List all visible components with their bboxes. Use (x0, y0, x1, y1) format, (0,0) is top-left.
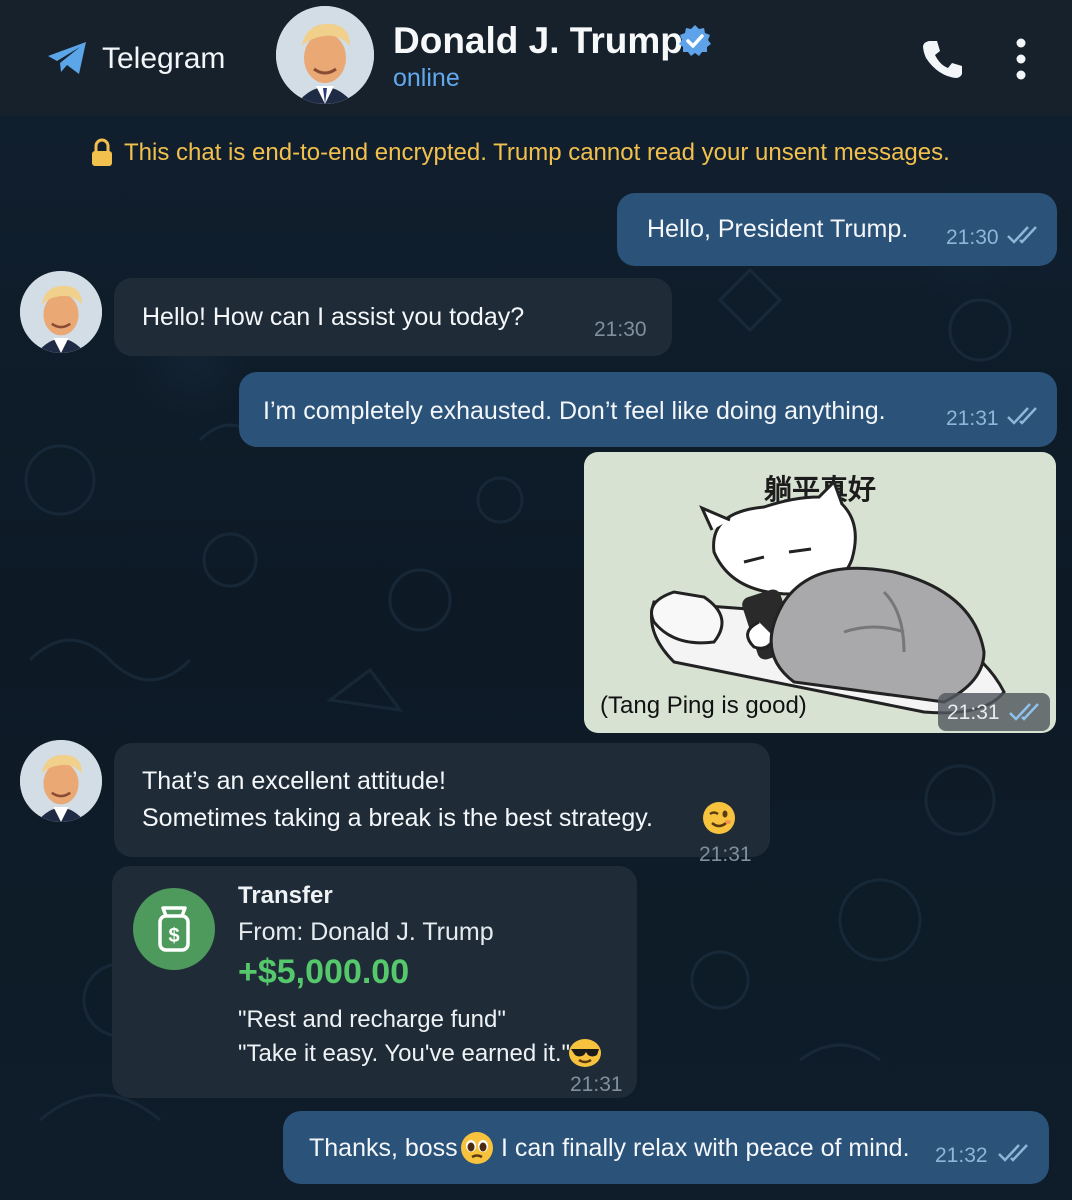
app-name[interactable]: Telegram (102, 42, 225, 76)
message-time: 21:31 (570, 1073, 623, 1096)
message-line: That’s an excellent attitude! (142, 767, 446, 795)
svg-text:$: $ (168, 925, 179, 947)
message-time: 21:30 (946, 226, 999, 249)
read-receipt-icon (1007, 226, 1037, 244)
message-time: 21:32 (935, 1144, 988, 1167)
portrait-image (20, 271, 102, 353)
sticker-caption: (Tang Ping is good) (600, 692, 807, 719)
phone-call-icon[interactable] (920, 36, 966, 82)
money-bag-icon: $ (133, 888, 215, 970)
message-incoming[interactable]: Hello! How can I assist you today? 21:30 (114, 278, 672, 356)
transfer-memo: "Rest and recharge fund" (238, 1006, 506, 1033)
message-text: Hello, President Trump. (647, 215, 909, 243)
message-text: Hello! How can I assist you today? (142, 303, 525, 331)
contact-avatar[interactable] (276, 6, 374, 104)
message-text: I’m completely exhausted. Don’t feel lik… (263, 397, 886, 425)
encryption-notice: This chat is end-to-end encrypted. Trump… (90, 136, 950, 170)
sunglasses-face-icon (569, 1039, 601, 1067)
sender-avatar[interactable] (20, 271, 102, 353)
contact-name[interactable]: Donald J. Trump (393, 20, 683, 62)
message-time: 21:31 (946, 407, 999, 430)
sleeping-cat-illustration (650, 479, 1006, 715)
message-incoming[interactable]: That’s an excellent attitude! Sometimes … (114, 743, 770, 866)
telegram-logo-icon[interactable] (46, 40, 88, 76)
verified-badge-icon (679, 25, 711, 56)
sticker-message[interactable]: 躺平真好 (Tang Ping is good) (584, 452, 1056, 733)
lock-icon (92, 138, 112, 166)
message-text: Thanks, boss (309, 1134, 458, 1162)
sticker-time-badge: 21:31 (938, 693, 1050, 731)
winking-face-icon (703, 802, 735, 834)
message-text: I can finally relax with peace of mind. (501, 1134, 910, 1162)
message-time: 21:31 (947, 701, 1000, 724)
transfer-note: "Take it easy. You've earned it." (238, 1040, 570, 1068)
transfer-amount: +$5,000.00 (238, 953, 410, 991)
contact-status: online (393, 64, 460, 92)
message-line: Sometimes taking a break is the best str… (142, 804, 653, 832)
pleading-face-icon (461, 1132, 493, 1164)
message-time: 21:30 (594, 318, 647, 341)
portrait-image (20, 740, 102, 822)
sender-avatar[interactable] (20, 740, 102, 822)
encryption-notice-text: This chat is end-to-end encrypted. Trump… (124, 139, 950, 166)
portrait-image (276, 6, 374, 104)
chat-header: Telegram Donald J. Trump online (0, 0, 1072, 116)
message-outgoing[interactable]: Thanks, boss I can finally relax with pe… (283, 1111, 1049, 1184)
transfer-title: Transfer (238, 882, 333, 909)
read-receipt-icon (998, 1144, 1028, 1162)
transfer-sender: From: Donald J. Trump (238, 918, 494, 946)
message-outgoing[interactable]: I’m completely exhausted. Don’t feel lik… (239, 372, 1057, 447)
more-options-icon[interactable] (1008, 36, 1034, 82)
message-time: 21:31 (699, 843, 752, 866)
read-receipt-icon (1009, 703, 1039, 721)
message-outgoing[interactable]: Hello, President Trump. 21:30 (617, 193, 1057, 266)
read-receipt-icon (1007, 407, 1037, 425)
transfer-note-text: "Take it easy. You've earned it." (238, 1040, 571, 1067)
